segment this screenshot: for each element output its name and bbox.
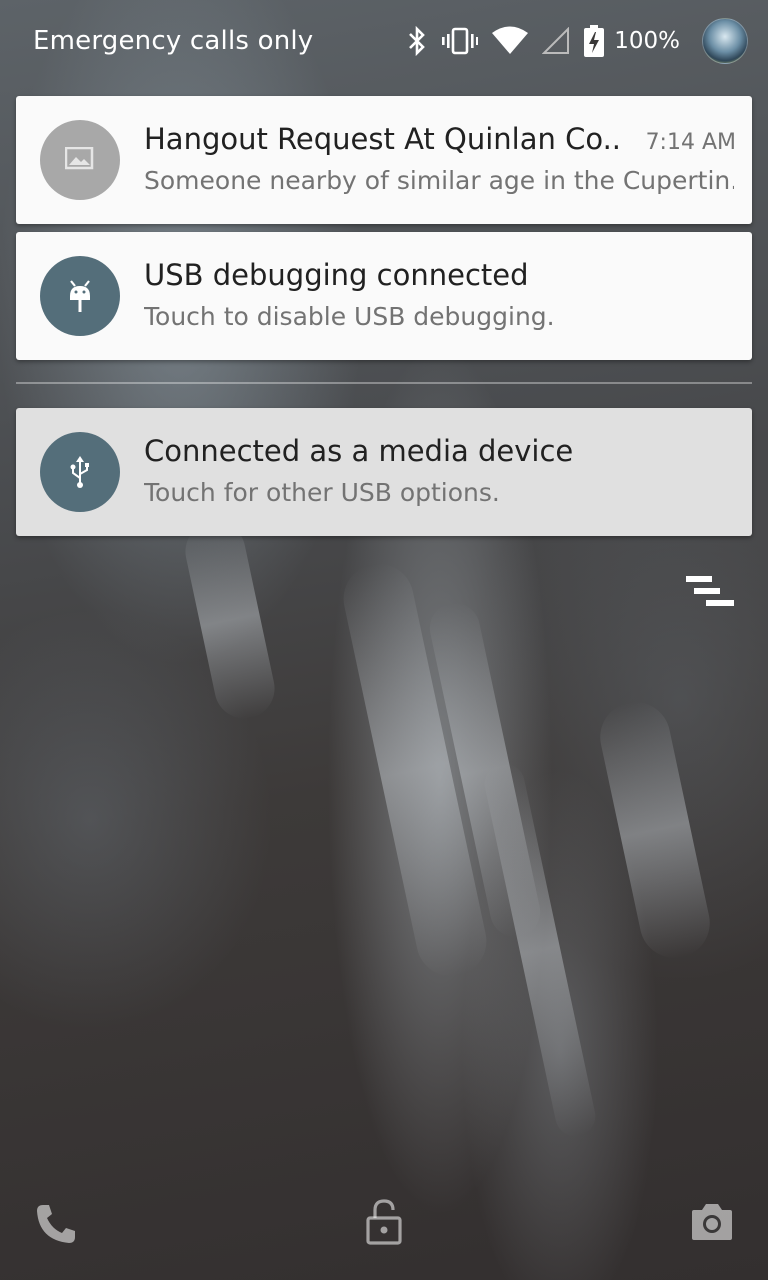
notification-title: Connected as a media device [144, 434, 574, 468]
wifi-icon [492, 26, 529, 56]
clear-all-icon[interactable] [684, 574, 736, 610]
notification-usb-media[interactable]: Connected as a media device Touch for ot… [16, 408, 752, 536]
notification-text: Someone nearby of similar age in the Cup… [144, 166, 734, 195]
android-bug-icon [40, 256, 120, 336]
notification-text: Touch to disable USB debugging. [144, 302, 555, 331]
carrier-text: Emergency calls only [33, 26, 314, 56]
vibrate-icon [442, 26, 479, 56]
notification-time: 7:14 AM [645, 130, 736, 155]
notification-divider [16, 382, 752, 384]
notification-title: USB debugging connected [144, 258, 529, 292]
notification-usb-debugging[interactable]: USB debugging connected Touch to disable… [16, 232, 752, 360]
notification-title: Hangout Request At Quinlan Co.. [144, 122, 621, 156]
image-placeholder-icon [40, 120, 120, 200]
avatar[interactable] [702, 18, 748, 64]
status-bar: Emergency calls only 100% [0, 0, 768, 84]
signal-icon [542, 27, 570, 55]
bluetooth-icon [406, 26, 428, 56]
notification-text: Touch for other USB options. [144, 478, 500, 507]
phone-icon[interactable] [34, 1202, 78, 1250]
battery-charging-icon [584, 25, 605, 57]
lock-icon[interactable] [364, 1198, 404, 1250]
battery-percentage: 100% [614, 28, 680, 54]
notification-hangout-request[interactable]: Hangout Request At Quinlan Co.. 7:14 AM … [16, 96, 752, 224]
usb-icon [40, 432, 120, 512]
camera-icon[interactable] [690, 1202, 734, 1246]
